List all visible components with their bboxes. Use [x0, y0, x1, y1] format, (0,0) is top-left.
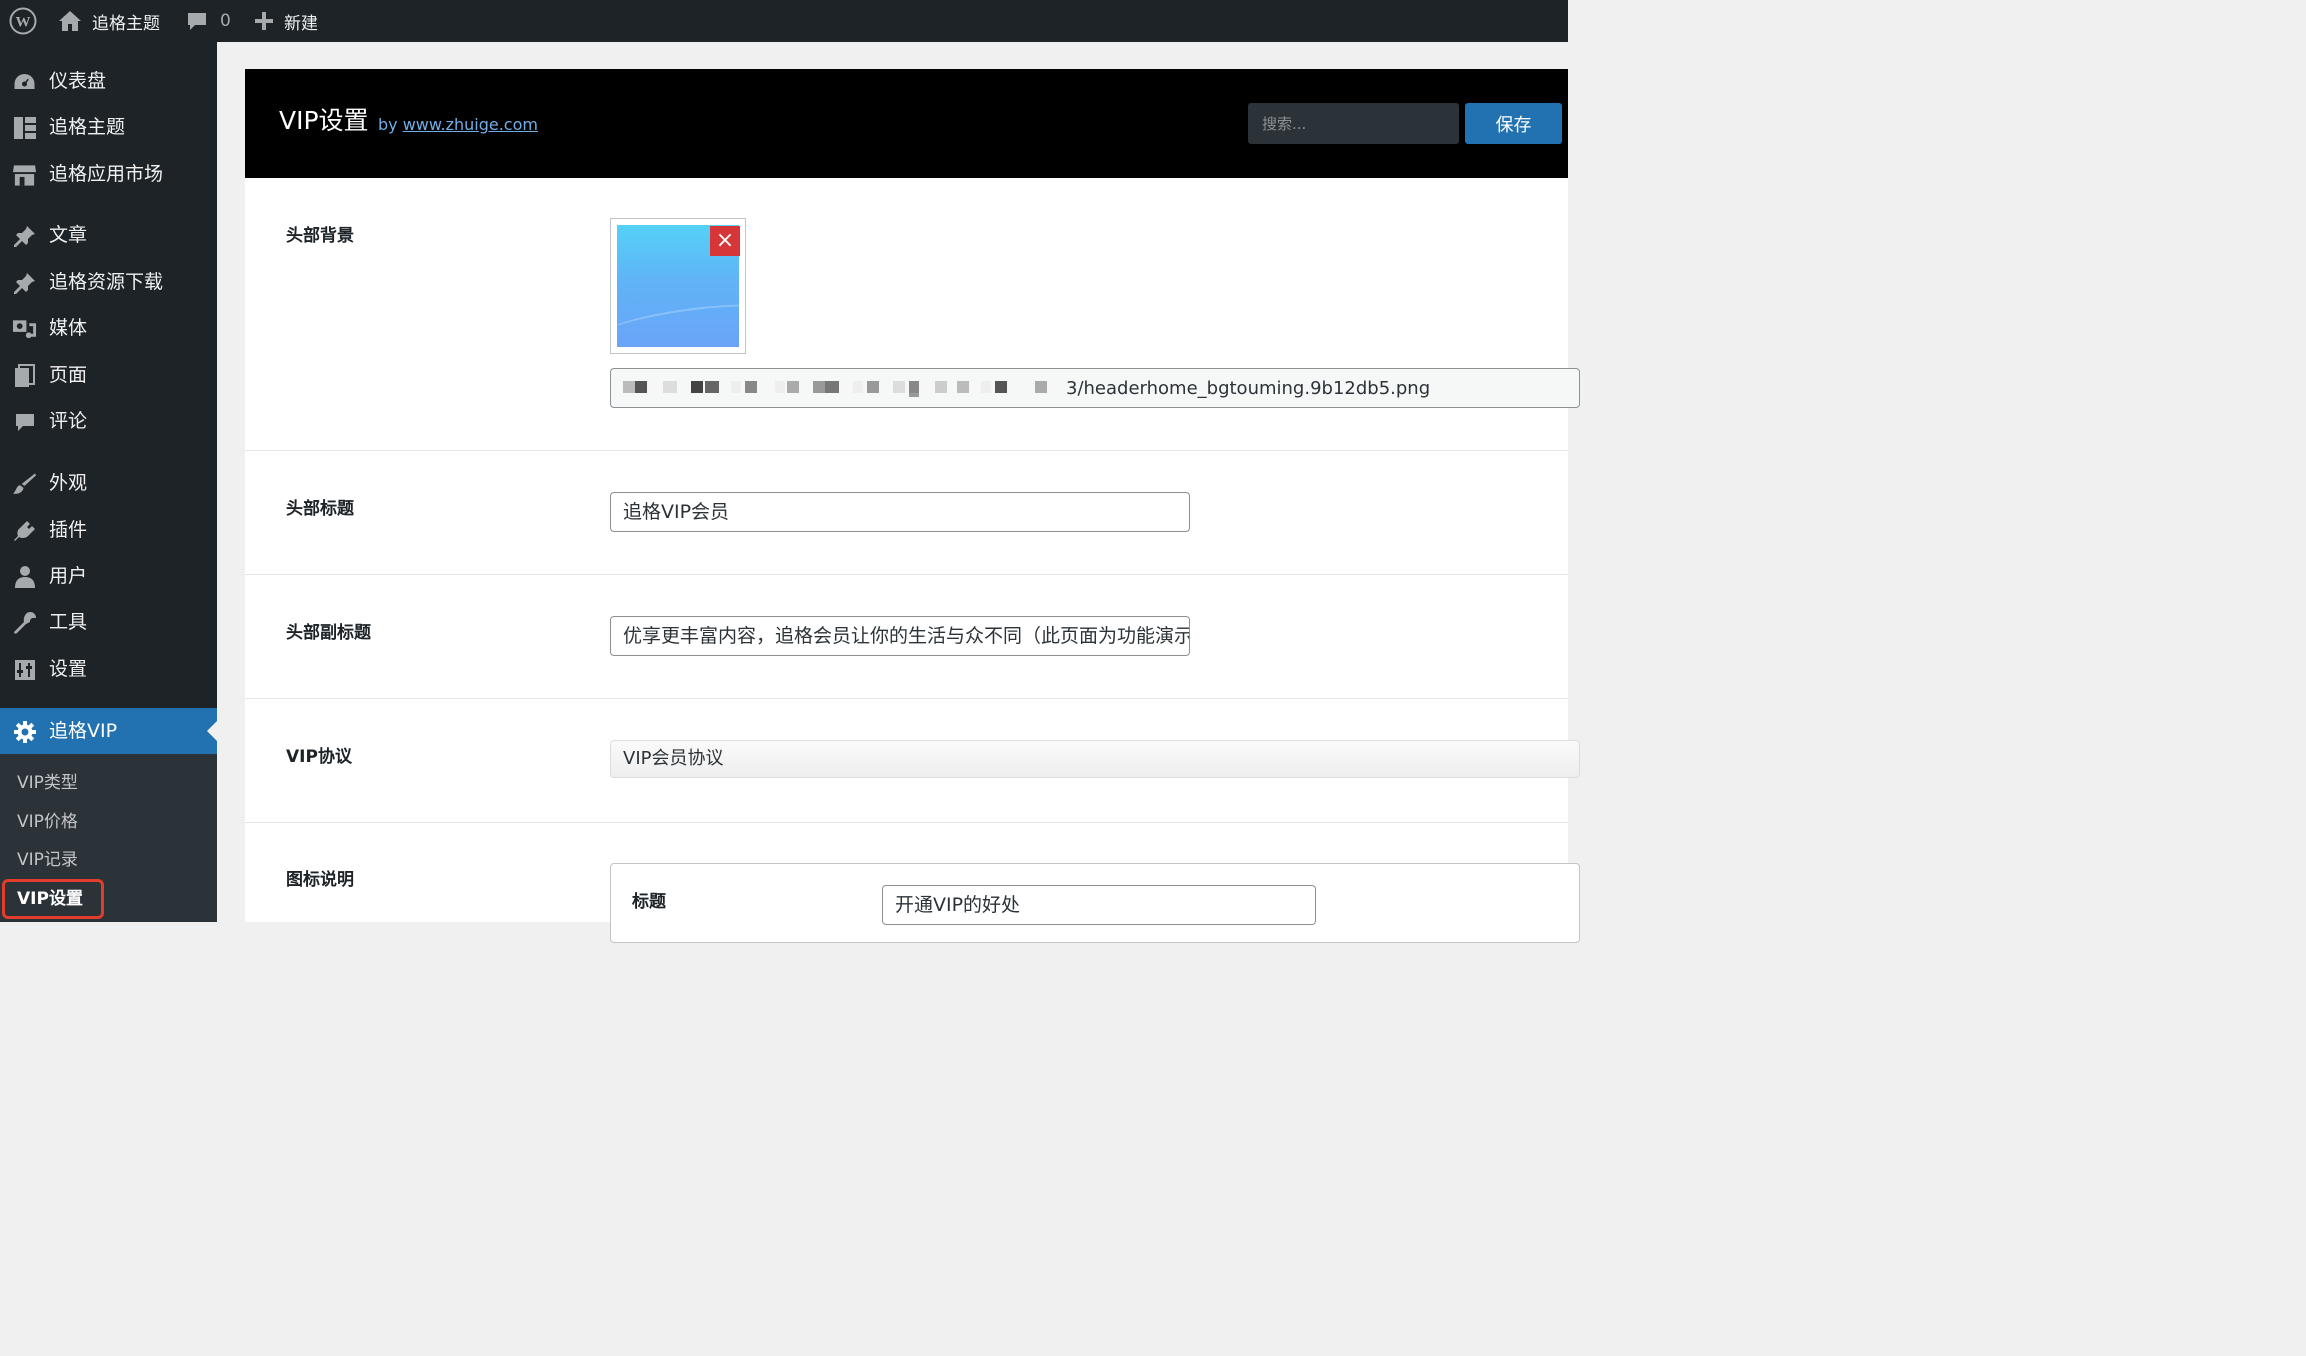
pixel-block — [981, 381, 991, 393]
comment-icon — [12, 409, 37, 434]
pixel-block — [893, 381, 905, 393]
vip-agreement-select[interactable]: VIP会员协议 — [610, 740, 1580, 778]
row-icon-description: 图标说明 标题 开通VIP的好处 — [245, 823, 1580, 943]
header-subtitle-label: 头部副标题 — [286, 623, 371, 643]
pixel-block — [691, 381, 703, 393]
submenu-item-vip-type[interactable]: VIP类型 — [17, 771, 78, 795]
pixel-block — [935, 381, 947, 393]
sidebar-item-zhuige-theme[interactable]: 追格主题 — [0, 105, 217, 149]
pixel-block — [853, 381, 863, 393]
sidebar-item-users[interactable]: 用户 — [0, 554, 217, 598]
pixel-block — [957, 381, 969, 393]
pixel-block — [787, 381, 799, 393]
close-icon[interactable]: × — [710, 226, 740, 256]
new-label: 新建 — [284, 13, 318, 34]
header-subtitle-input[interactable]: 优享更丰富内容，追格会员让你的生活与众不同（此页面为功能演示 — [610, 616, 1190, 656]
icon-desc-group: 标题 开通VIP的好处 — [610, 863, 1580, 943]
sidebar-item-zhuige-vip[interactable]: 追格VIP — [0, 708, 217, 754]
header-bg-url: 3/headerhome_bgtouming.9b12db5.png — [1066, 378, 1431, 399]
pixel-block — [705, 381, 719, 393]
pixel-block — [731, 381, 741, 393]
active-indicator — [207, 721, 217, 741]
page-title: VIP设置 — [279, 106, 369, 135]
sidebar-item-media[interactable]: 媒体 — [0, 306, 217, 350]
comments-link[interactable]: 0 — [186, 0, 231, 42]
header-title-input[interactable]: 追格VIP会员 — [610, 492, 1190, 532]
pin-icon — [12, 270, 37, 295]
pixel-block — [663, 381, 677, 393]
author-link[interactable]: www.zhuige.com — [403, 115, 538, 134]
header-bg-label: 头部背景 — [286, 226, 354, 246]
author-credit: by www.zhuige.com — [378, 114, 538, 136]
sidebar-item-settings[interactable]: 设置 — [0, 647, 217, 691]
plugin-icon — [12, 518, 37, 543]
pixel-block — [745, 381, 757, 393]
row-header-subtitle: 头部副标题 优享更丰富内容，追格会员让你的生活与众不同（此页面为功能演示 — [245, 575, 1568, 699]
icon-desc-label: 图标说明 — [286, 870, 354, 890]
svg-text:W: W — [16, 15, 31, 31]
pixel-block — [867, 381, 879, 393]
submenu-item-vip-price[interactable]: VIP价格 — [17, 810, 78, 834]
settings-panel: VIP设置 by www.zhuige.com 保存 头部背景 × 3/head… — [245, 69, 1580, 943]
vip-agreement-label: VIP协议 — [286, 747, 352, 767]
wrench-icon — [12, 610, 37, 635]
pixel-block — [635, 381, 647, 393]
pixel-block — [825, 381, 839, 393]
icon-desc-title-input[interactable]: 开通VIP的好处 — [882, 885, 1316, 925]
pixel-block — [623, 381, 635, 393]
sidebar-item-tools[interactable]: 工具 — [0, 600, 217, 644]
page-icon — [12, 363, 37, 388]
wordpress-logo-icon[interactable]: W — [9, 0, 37, 42]
settings-icon — [12, 657, 37, 682]
row-vip-agreement: VIP协议 VIP会员协议 — [245, 699, 1580, 823]
sidebar-item-dashboard[interactable]: 仪表盘 — [0, 59, 217, 103]
header-bg-url-field[interactable]: 3/headerhome_bgtouming.9b12db5.png — [610, 368, 1580, 408]
pixel-block — [909, 381, 919, 393]
highlight-annotation — [2, 879, 104, 919]
panel-header: VIP设置 by www.zhuige.com 保存 — [245, 69, 1568, 178]
blurred-url-prefix — [621, 377, 1061, 401]
sidebar-item-app-market[interactable]: 追格应用市场 — [0, 152, 217, 196]
sidebar-item-pages[interactable]: 页面 — [0, 353, 217, 397]
site-home-link[interactable]: 追格主题 — [58, 0, 160, 42]
pin-icon — [12, 223, 37, 248]
store-icon — [12, 162, 37, 187]
icon-desc-title-label: 标题 — [632, 892, 666, 912]
home-icon — [58, 10, 82, 32]
sidebar-item-comments[interactable]: 评论 — [0, 399, 217, 443]
pixel-block — [775, 381, 785, 393]
header-bg-preview: × — [610, 218, 746, 354]
plus-icon — [254, 11, 274, 31]
search-input[interactable] — [1248, 103, 1459, 144]
save-button[interactable]: 保存 — [1465, 103, 1562, 144]
comments-count: 0 — [220, 11, 231, 31]
admin-bar: W 追格主题 0 新建 — [0, 0, 1568, 42]
pixel-block — [1035, 381, 1047, 393]
media-icon — [12, 316, 37, 341]
pixel-block — [813, 381, 825, 393]
site-name: 追格主题 — [92, 13, 160, 34]
pixel-block — [909, 393, 919, 397]
brush-icon — [12, 471, 37, 496]
gear-icon — [12, 719, 37, 744]
comment-icon — [186, 10, 208, 32]
dashboard-icon — [12, 69, 37, 94]
user-icon — [12, 564, 37, 589]
pixel-block — [995, 381, 1007, 393]
header-title-label: 头部标题 — [286, 499, 354, 519]
submenu-item-vip-record[interactable]: VIP记录 — [17, 848, 78, 872]
new-content-link[interactable]: 新建 — [254, 0, 318, 42]
sidebar-item-posts[interactable]: 文章 — [0, 213, 217, 257]
sidebar-item-appearance[interactable]: 外观 — [0, 461, 217, 505]
row-header-title: 头部标题 追格VIP会员 — [245, 451, 1568, 575]
sidebar-item-plugins[interactable]: 插件 — [0, 508, 217, 552]
layout-icon — [12, 115, 37, 140]
sidebar-item-resource-download[interactable]: 追格资源下载 — [0, 260, 217, 304]
row-header-background: 头部背景 × 3/headerhome_bgtouming.9b12db5.pn… — [245, 178, 1580, 451]
by-text: by — [378, 115, 398, 134]
